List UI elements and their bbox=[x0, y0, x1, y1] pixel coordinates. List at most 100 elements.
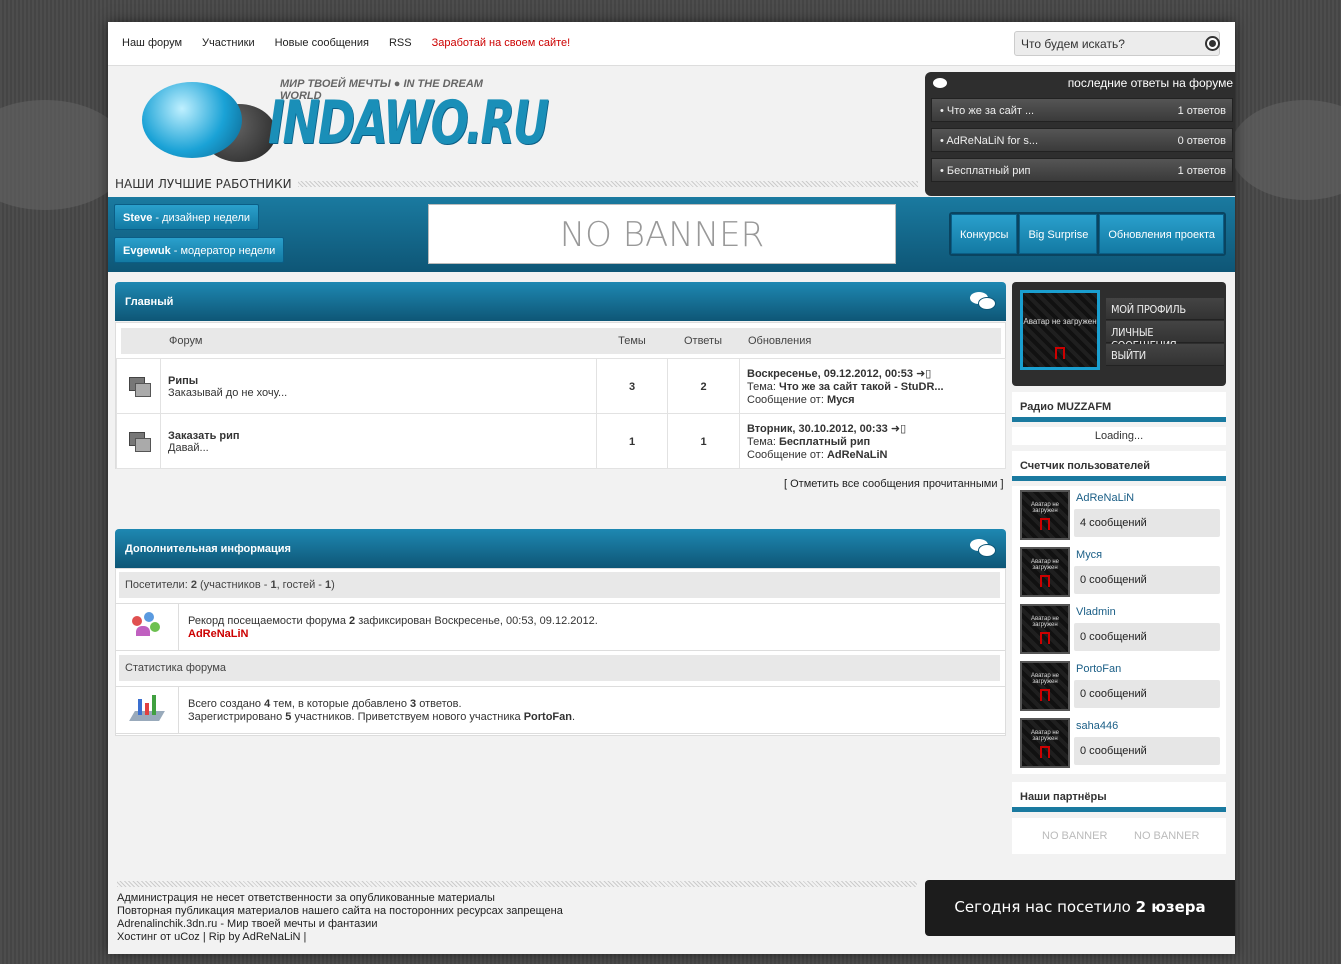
update-author-link[interactable]: AdReNaLiN bbox=[827, 449, 888, 461]
worker-of-week-designer[interactable]: Steve - дизайнер недели bbox=[114, 204, 260, 230]
goto-last-post-icon[interactable]: ➜▯ bbox=[916, 368, 931, 380]
forum-icon-cell bbox=[116, 413, 161, 469]
user-name-link[interactable]: Муся bbox=[1076, 549, 1102, 561]
logout-link[interactable]: ВЫЙТИ bbox=[1106, 344, 1224, 366]
avatar-stand-icon bbox=[1040, 632, 1050, 644]
visitors-label: Посетители: bbox=[125, 579, 191, 591]
logo-bubble-blue-icon bbox=[142, 82, 242, 158]
user-row: Аватар не загружен saha446 0 сообщений bbox=[1020, 718, 1222, 768]
today-visits-box: Сегодня нас посетило 2 юзера bbox=[925, 880, 1235, 936]
forum-last-update: Вторник, 30.10.2012, 00:33 ➜▯ Тема: Бесп… bbox=[739, 413, 1006, 469]
mark-all-read-link[interactable]: [ Отметить все сообщения прочитанными ] bbox=[784, 478, 1004, 490]
chat-bubbles-icon bbox=[970, 539, 996, 557]
forum-name-link[interactable]: Заказать рип bbox=[168, 430, 589, 442]
workers-heading: НАШИ ЛУЧШИЕ РАБОТНИКИ bbox=[115, 177, 292, 191]
last-answer-count: 0 ответов bbox=[1177, 135, 1226, 147]
nav-link-members[interactable]: Участники bbox=[202, 37, 255, 49]
panel-title: Дополнительная информация bbox=[125, 543, 291, 555]
top-banner[interactable]: NO BANNER bbox=[428, 204, 896, 264]
footer-line: Администрация не несет ответственности з… bbox=[117, 892, 495, 904]
newest-member-link[interactable]: PortoFan bbox=[524, 711, 572, 723]
forum-last-update: Воскресенье, 09.12.2012, 00:53 ➜▯ Тема: … bbox=[739, 358, 1006, 414]
private-messages-link[interactable]: ЛИЧНЫЕ СООБЩЕНИЯ bbox=[1106, 321, 1224, 352]
avatar-stand-icon bbox=[1040, 689, 1050, 701]
users-group-icon bbox=[116, 604, 179, 650]
user-counter-list: Аватар не загружен AdReNaLiN 4 сообщений… bbox=[1012, 486, 1226, 774]
avatar-placeholder-text: Аватар не загружен bbox=[1031, 673, 1059, 685]
worker-name: Steve bbox=[123, 212, 153, 224]
search-button-icon[interactable] bbox=[1205, 36, 1220, 51]
last-answer-topic: Что же за сайт ... bbox=[946, 105, 1035, 117]
record-user-link[interactable]: AdReNaLiN bbox=[188, 628, 249, 640]
user-message-count: 0 сообщений bbox=[1074, 566, 1220, 594]
update-topic-link[interactable]: Бесплатный рип bbox=[779, 436, 870, 448]
user-name-link[interactable]: Vladmin bbox=[1076, 606, 1116, 618]
visitors-row: Посетители: 2 (участников - 1, гостей - … bbox=[119, 572, 1000, 598]
update-topic-link[interactable]: Что же за сайт такой - StuDR... bbox=[779, 381, 944, 393]
nav-link-new-posts[interactable]: Новые сообщения bbox=[275, 37, 369, 49]
partners-title: Наши партнёры bbox=[1012, 782, 1226, 812]
logo-text: INDAWO.RU bbox=[268, 88, 549, 158]
search-input[interactable] bbox=[1014, 31, 1220, 56]
profile-widget: Аватар не загружен МОЙ ПРОФИЛЬ ЛИЧНЫЕ СО… bbox=[1012, 282, 1226, 386]
nav-link-rss[interactable]: RSS bbox=[389, 37, 412, 49]
stats-text-part: ответов. bbox=[416, 698, 462, 710]
forum-row: Рипы Заказывай до не хочу... bbox=[160, 358, 597, 414]
last-answers-title: последние ответы на форуме bbox=[1067, 76, 1233, 90]
partners-banners: NO BANNER NO BANNER bbox=[1012, 818, 1226, 854]
update-from-label: Сообщение от: bbox=[747, 449, 827, 461]
last-answer-item[interactable]: • Бесплатный рип 1 ответов bbox=[931, 158, 1233, 182]
forum-name-link[interactable]: Рипы bbox=[168, 375, 589, 387]
user-name-link[interactable]: saha446 bbox=[1076, 720, 1118, 732]
tab-updates[interactable]: Обновления проекта bbox=[1099, 214, 1225, 254]
user-avatar[interactable]: Аватар не загружен bbox=[1020, 661, 1070, 711]
goto-last-post-icon[interactable]: ➜▯ bbox=[891, 423, 906, 435]
visitors-guests-label: , гостей - bbox=[276, 579, 326, 591]
user-avatar[interactable]: Аватар не загружен bbox=[1020, 718, 1070, 768]
nav-link-forum[interactable]: Наш форум bbox=[122, 37, 182, 49]
panel-title: Главный bbox=[125, 296, 174, 308]
worker-role: - модератор недели bbox=[170, 245, 276, 257]
avatar-placeholder-text: Аватар не загружен bbox=[1023, 317, 1097, 326]
user-name-link[interactable]: AdReNaLiN bbox=[1076, 492, 1134, 504]
stats-text-part: участников. Приветствуем нового участник… bbox=[291, 711, 524, 723]
last-answer-count: 1 ответов bbox=[1177, 165, 1226, 177]
update-date: Вторник, 30.10.2012, 00:33 bbox=[747, 423, 888, 435]
user-avatar[interactable]: Аватар не загружен bbox=[1020, 490, 1070, 540]
forum-topics-count: 1 bbox=[596, 413, 668, 469]
user-avatar[interactable]: Аватар не загружен bbox=[1020, 604, 1070, 654]
profile-avatar[interactable]: Аватар не загружен bbox=[1020, 290, 1100, 370]
user-name-link[interactable]: PortoFan bbox=[1076, 663, 1121, 675]
divider bbox=[117, 881, 917, 887]
stats-text-part: Зарегистрировано bbox=[188, 711, 286, 723]
worker-name: Evgewuk bbox=[123, 245, 171, 257]
nav-link-earn[interactable]: Заработай на своем сайте! bbox=[432, 37, 571, 49]
table-header-replies: Ответы bbox=[667, 328, 739, 354]
last-answer-item[interactable]: • Что же за сайт ... 1 ответов bbox=[931, 98, 1233, 122]
avatar-placeholder-text: Аватар не загружен bbox=[1031, 616, 1059, 628]
partner-banner[interactable]: NO BANNER bbox=[1042, 830, 1107, 842]
record-cell: Рекорд посещаемости форума 2 зафиксирова… bbox=[115, 603, 1006, 651]
visitors-suffix: ) bbox=[331, 579, 335, 591]
site-logo[interactable]: МИР ТВОЕЙ МЕЧТЫ ● IN THE DREAM WORLD IND… bbox=[142, 76, 549, 176]
avatar-placeholder-text: Аватар не загружен bbox=[1031, 502, 1059, 514]
user-avatar[interactable]: Аватар не загружен bbox=[1020, 547, 1070, 597]
last-answer-item[interactable]: • AdReNaLiN for s... 0 ответов bbox=[931, 128, 1233, 152]
table-header-updates: Обновления bbox=[739, 328, 1001, 354]
record-label: Рекорд посещаемости форума bbox=[188, 615, 350, 627]
worker-of-week-moderator[interactable]: Evgewuk - модератор недели bbox=[114, 237, 285, 263]
last-answer-topic: Бесплатный рип bbox=[946, 165, 1031, 177]
top-nav: Наш форум Участники Новые сообщения RSS … bbox=[122, 37, 570, 49]
avatar-placeholder-text: Аватар не загружен bbox=[1031, 730, 1059, 742]
stats-cell: Всего создано 4 тем, в которые добавлено… bbox=[115, 686, 1006, 734]
user-message-count: 0 сообщений bbox=[1074, 680, 1220, 708]
stats-chart-icon bbox=[116, 687, 179, 733]
stats-text-part: Всего создано bbox=[188, 698, 265, 710]
my-profile-link[interactable]: МОЙ ПРОФИЛЬ bbox=[1106, 298, 1224, 320]
footer-line: Adrenalinchik.3dn.ru - Мир твоей мечты и… bbox=[117, 918, 378, 930]
tab-big-surprise[interactable]: Big Surprise bbox=[1019, 214, 1098, 254]
update-author-link[interactable]: Муся bbox=[827, 394, 855, 406]
tab-contests[interactable]: Конкурсы bbox=[951, 214, 1018, 254]
partner-banner[interactable]: NO BANNER bbox=[1134, 830, 1199, 842]
last-answers-widget: последние ответы на форуме • Что же за с… bbox=[925, 72, 1235, 196]
